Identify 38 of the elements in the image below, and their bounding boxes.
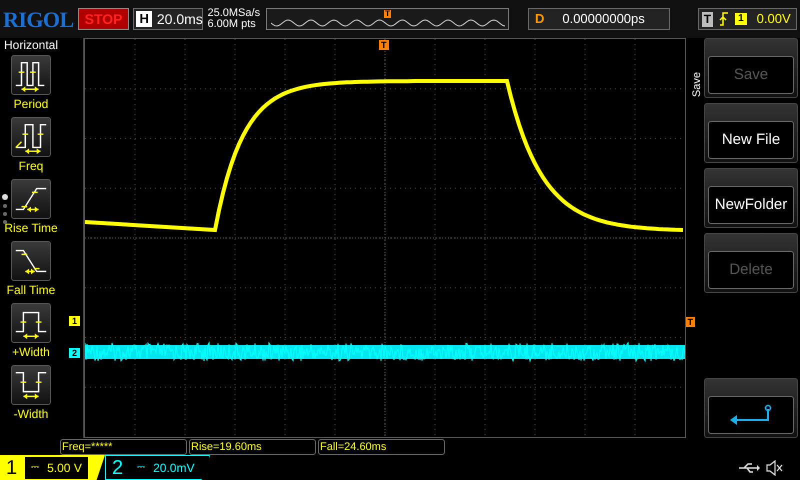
softkey-button[interactable]: New File — [708, 121, 794, 159]
channel-number: 1 — [6, 456, 18, 478]
menu-title: Horizontal — [4, 38, 58, 52]
speaker-muted-icon — [766, 460, 784, 476]
memory-depth: 6.00M pts — [207, 19, 257, 30]
channel-number: 2 — [112, 456, 124, 478]
delay-label: D — [534, 10, 546, 28]
measurement-readout: Freq=***** — [60, 439, 187, 455]
channel-marker: 2 — [69, 348, 80, 358]
timeline-trigger-marker: T — [384, 10, 391, 18]
trigger-level: 0.00V — [756, 10, 791, 28]
return-button[interactable] — [708, 396, 794, 434]
menu-title: Save — [690, 72, 701, 98]
trigger-box[interactable]: T 1 0.00V — [698, 8, 797, 30]
rising-edge-icon — [719, 12, 730, 26]
channel-scale-tab[interactable]: 2 ⎓ 20.0mV — [105, 455, 210, 480]
channel-scale-tab[interactable]: 1 ⎓ 5.00 V — [0, 455, 105, 480]
trigger-source: 1 — [735, 13, 747, 25]
channel-scale: 5.00 V — [47, 460, 82, 476]
delay-value: 0.00000000ps — [562, 10, 645, 28]
usb-icon — [738, 462, 760, 474]
horizontal-scale-value: 20.0ms — [156, 10, 203, 28]
trigger-level-marker: T — [686, 317, 695, 327]
horizontal-scale-box[interactable]: H 20.0ms — [133, 8, 204, 30]
trigger-label: T — [702, 12, 714, 26]
logo: RIGOL — [3, 6, 74, 34]
sample-rate: 25.0MSa/s — [207, 8, 260, 19]
coupling-label: ⎓ — [31, 461, 40, 475]
coupling-label: ⎓ — [137, 461, 146, 475]
channel-marker: 1 — [69, 316, 80, 326]
measurement-readout: Rise=19.60ms — [189, 439, 316, 455]
softkey-button[interactable]: NewFolder — [708, 186, 794, 224]
delay-box[interactable]: D 0.00000000ps — [528, 8, 670, 30]
return-icon — [728, 404, 774, 426]
horizontal-label: H — [136, 11, 152, 27]
trigger-position-marker: T — [379, 40, 388, 50]
channel-scale: 20.0mV — [153, 460, 194, 476]
measurement-readout: Fall=24.60ms — [318, 439, 445, 455]
